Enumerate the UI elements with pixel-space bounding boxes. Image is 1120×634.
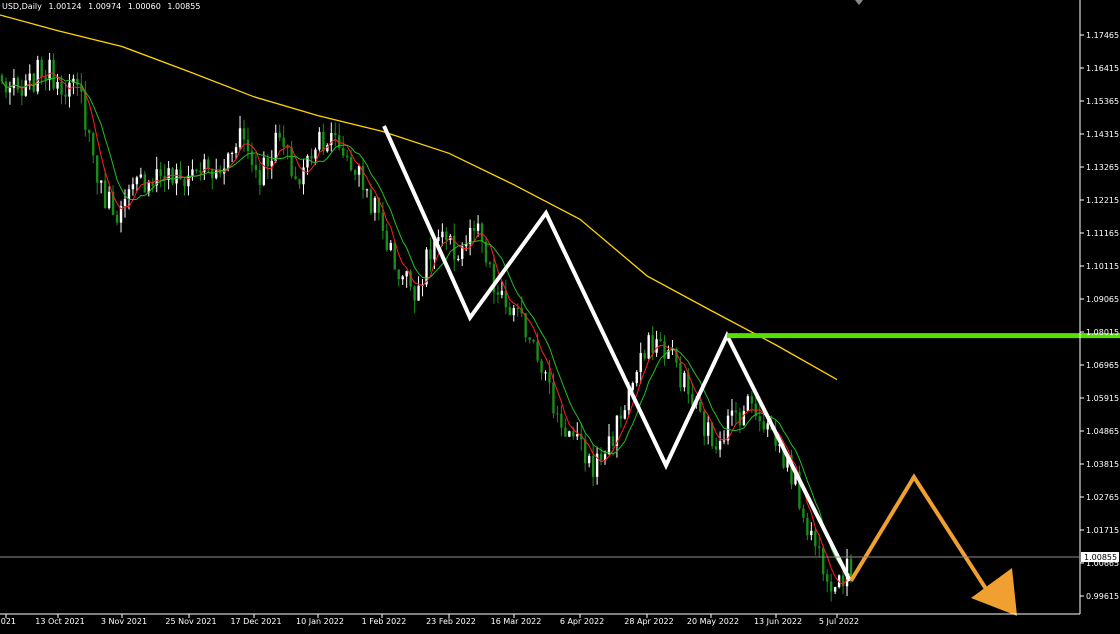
- x-tick-label: 3 Nov 2021: [101, 617, 147, 626]
- price-chart[interactable]: 1.17465 1.16415 1.15365 1.14315 1.13265 1.122…: [0, 0, 1120, 630]
- candle: [568, 430, 571, 438]
- x-tick-label: 6 Apr 2022: [560, 617, 604, 626]
- open-value: 1.00124: [48, 2, 82, 11]
- y-tick-label: 0.99615: [1086, 592, 1119, 601]
- x-tick-label: 23 Feb 2022: [426, 617, 476, 626]
- y-tick-label: 1.10115: [1086, 262, 1119, 271]
- candle: [36, 55, 39, 95]
- x-tick-label: 25 Nov 2021: [165, 617, 216, 626]
- x-tick-label: 28 Apr 2022: [624, 617, 673, 626]
- candle: [746, 394, 750, 412]
- y-tick-label: 1.16415: [1086, 64, 1119, 73]
- y-tick-label: 1.08015: [1086, 328, 1119, 337]
- y-tick-label: 1.14315: [1086, 130, 1119, 139]
- x-tick-label: 20 May 2022: [687, 617, 739, 626]
- chart-header: USD,Daily 1.00124 1.00974 1.00060 1.0085…: [2, 2, 200, 11]
- x-tick-label: 2021: [0, 617, 16, 626]
- candle: [647, 332, 650, 360]
- close-value: 1.00855: [167, 2, 201, 11]
- y-tick-label: 1.04865: [1086, 427, 1119, 436]
- symbol-label: USD,Daily: [2, 2, 42, 11]
- y-tick-label: 1.11165: [1086, 229, 1119, 238]
- current-price-label: 1.00855: [1084, 553, 1117, 562]
- y-tick-label: 1.13265: [1086, 163, 1119, 172]
- candle: [32, 72, 35, 94]
- low-value: 1.00060: [127, 2, 161, 11]
- chart-canvas[interactable]: 1.17465 1.16415 1.15365 1.14315 1.13265 1.122…: [0, 0, 1120, 630]
- x-tick-label: 16 Mar 2022: [491, 617, 542, 626]
- x-tick-label: 10 Jan 2022: [296, 617, 344, 626]
- y-tick-label: 1.17465: [1086, 31, 1119, 40]
- candle: [393, 241, 396, 270]
- candle: [798, 465, 801, 511]
- y-tick-label: 1.01715: [1086, 526, 1119, 535]
- x-tick-label: 13 Jun 2022: [754, 617, 802, 626]
- x-tick-label: 17 Dec 2021: [230, 617, 281, 626]
- x-tick-label: 1 Feb 2022: [362, 617, 407, 626]
- x-tick-label: 5 Jul 2022: [819, 617, 859, 626]
- x-tick-label: 13 Oct 2021: [35, 617, 84, 626]
- y-tick-label: 1.05915: [1086, 394, 1119, 403]
- candle: [171, 167, 174, 186]
- y-tick-label: 1.12215: [1086, 196, 1119, 205]
- high-value: 1.00974: [88, 2, 122, 11]
- chart-shift-arrow-icon[interactable]: [855, 0, 863, 5]
- y-tick-label: 1.15365: [1086, 97, 1119, 106]
- y-tick-label: 1.09065: [1086, 295, 1119, 304]
- y-tick-label: 1.03815: [1086, 460, 1119, 469]
- y-tick-label: 1.06965: [1086, 361, 1119, 370]
- y-tick-label: 1.02765: [1086, 493, 1119, 502]
